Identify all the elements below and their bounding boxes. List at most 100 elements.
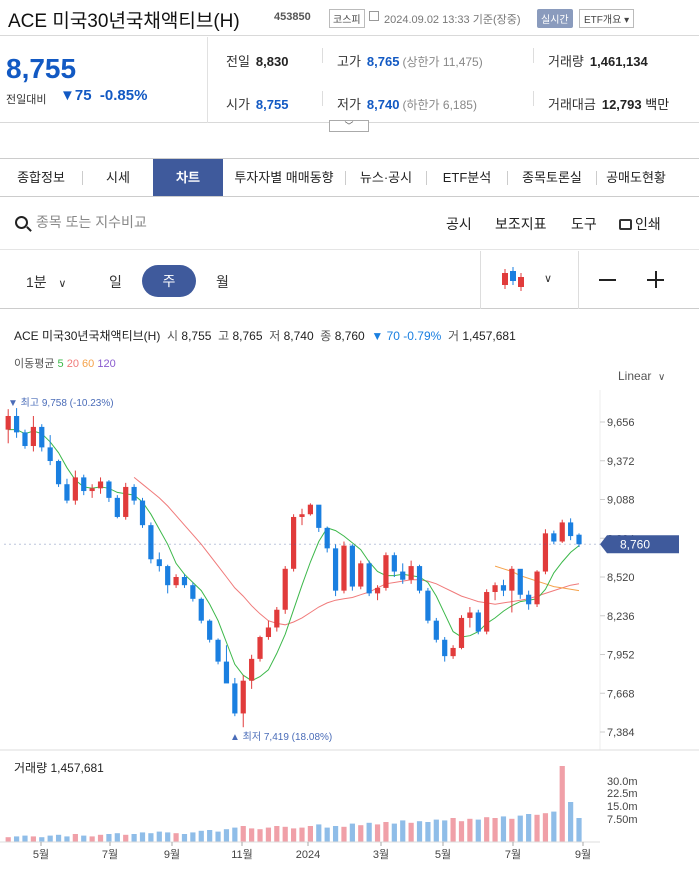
title-bar: ACE 미국30년국채액티브(H) 453850 코스피 2024.09.02 … xyxy=(0,0,699,36)
tab-quotes[interactable]: 시세 xyxy=(83,159,153,196)
volume-bar xyxy=(97,834,104,842)
candle-body xyxy=(207,620,213,640)
period-day[interactable]: 일 xyxy=(109,272,122,292)
candle-body xyxy=(291,516,297,569)
tab-overview[interactable]: 종합정보 xyxy=(0,159,82,196)
etf-overview-button[interactable]: ETF개요 ▾ xyxy=(579,9,635,28)
candle-body xyxy=(13,415,20,433)
y-tick-label: 7,668 xyxy=(607,688,635,700)
volume-legend: 거래량 1,457,681 xyxy=(14,761,104,775)
plus-icon xyxy=(655,271,657,288)
volume-bar xyxy=(282,826,288,842)
tab-etf-analysis[interactable]: ETF분석 xyxy=(427,159,507,196)
candle-body xyxy=(341,545,347,591)
candle-body xyxy=(433,620,439,640)
candle-body xyxy=(299,514,305,517)
open-price: 시가 8,755 xyxy=(226,97,289,112)
volume-bar xyxy=(458,821,465,842)
volume-bar xyxy=(517,815,523,842)
volume-bar xyxy=(299,827,305,842)
print-button[interactable]: 인쇄 xyxy=(619,214,661,234)
tab-investors[interactable]: 투자자별 매매동향 xyxy=(223,159,345,196)
scale-selector[interactable]: Linear ∨ xyxy=(618,369,665,383)
candle-body xyxy=(559,522,565,542)
volume-bar xyxy=(500,816,507,842)
volume-bar xyxy=(257,829,263,842)
x-tick-label: 5월 xyxy=(435,848,451,861)
candle-body xyxy=(542,533,549,572)
compare-search-input[interactable]: 종목 또는 지수비교 xyxy=(36,212,147,232)
volume-bar xyxy=(148,833,154,842)
volume-bar xyxy=(442,820,448,842)
period-week[interactable]: 주 xyxy=(142,265,196,297)
disclosure-button[interactable]: 공시 xyxy=(446,214,472,234)
candlestick-type-icon[interactable] xyxy=(500,265,526,298)
candle-body xyxy=(366,563,372,594)
volume-bar xyxy=(249,828,255,842)
candle-body xyxy=(282,568,288,610)
volume-bar xyxy=(47,835,53,842)
candle-body xyxy=(442,639,448,657)
volume-tick-label: 7.50m xyxy=(607,814,638,826)
zoom-out-button[interactable] xyxy=(599,279,616,281)
volume: 거래량 1,461,134 xyxy=(548,54,648,69)
tab-news[interactable]: 뉴스·공시 xyxy=(346,159,426,196)
candle-body xyxy=(475,612,481,632)
volume-bar xyxy=(265,827,272,842)
candle-body xyxy=(30,426,36,447)
candle-body xyxy=(215,639,221,662)
volume-bar xyxy=(215,831,221,842)
volume-bar xyxy=(139,832,146,842)
volume-bar xyxy=(568,802,574,842)
tab-discussion[interactable]: 종목토론실 xyxy=(508,159,596,196)
candle-body xyxy=(106,481,112,498)
chevron-down-icon: ∨ xyxy=(658,372,666,383)
candle-body xyxy=(22,432,28,447)
legend-name: ACE 미국30년국채액티브(H) xyxy=(14,329,161,343)
period-month[interactable]: 월 xyxy=(216,272,229,292)
tab-chart[interactable]: 차트 xyxy=(153,159,223,196)
volume-bar xyxy=(509,818,515,842)
volume-bar xyxy=(576,818,582,842)
y-tick-label: 9,372 xyxy=(607,456,635,468)
current-price: 8,755 xyxy=(6,53,77,84)
expand-button[interactable]: ﹀ xyxy=(329,120,369,132)
chart-type-chevron-icon[interactable]: ∨ xyxy=(544,272,552,285)
tab-short-selling[interactable]: 공매도현황 xyxy=(597,159,675,196)
market-badge: 코스피 xyxy=(329,9,365,28)
volume-tick-label: 30.0m xyxy=(607,776,638,788)
volume-bar xyxy=(198,830,204,842)
period-minute[interactable]: 1분 ∨ xyxy=(26,272,66,292)
volume-bar xyxy=(13,836,20,842)
volume-bar xyxy=(358,825,364,842)
chart-toolbar: 종목 또는 지수비교 공시 보조지표 도구 인쇄 xyxy=(0,198,699,250)
candle-body xyxy=(114,497,120,517)
candle-body xyxy=(81,477,87,492)
volume-bar xyxy=(5,837,11,842)
volume-bar xyxy=(391,823,397,842)
volume-bar xyxy=(156,831,162,842)
live-badge[interactable]: 실시간 xyxy=(537,9,573,28)
indicators-button[interactable]: 보조지표 xyxy=(495,214,547,234)
candle-body xyxy=(139,500,146,526)
tools-button[interactable]: 도구 xyxy=(571,214,597,234)
search-icon[interactable] xyxy=(15,216,28,229)
quote-panel: 8,755 전일대비 ▼75 -0.85% 전일 8,830 고가 8,765 (상한… xyxy=(0,37,699,123)
candle-body xyxy=(517,568,523,595)
x-tick-label: 3월 xyxy=(373,848,389,861)
candle-body xyxy=(484,592,490,632)
y-tick-label: 9,088 xyxy=(607,495,635,507)
price-chart[interactable]: 9,6569,3729,0888,8048,5208,2367,9527,668… xyxy=(0,390,699,870)
candle-body xyxy=(173,577,179,586)
volume-bar xyxy=(492,818,498,842)
volume-bar xyxy=(173,833,179,842)
ohlc-legend: ACE 미국30년국채액티브(H) 시 8,755 고 8,765 저 8,74… xyxy=(14,329,516,343)
candle-body xyxy=(383,555,389,588)
candle-body xyxy=(274,609,280,628)
tab-bar: 종합정보 시세 차트 투자자별 매매동향 뉴스·공시 ETF분석 종목토론실 공… xyxy=(0,158,699,197)
volume-bar xyxy=(232,827,238,842)
candle-body xyxy=(232,683,238,714)
period-selector: 1분 ∨ 일 주 월 ∨ xyxy=(0,251,699,309)
volume-bar xyxy=(274,826,280,842)
x-tick-label: 7월 xyxy=(505,848,521,861)
